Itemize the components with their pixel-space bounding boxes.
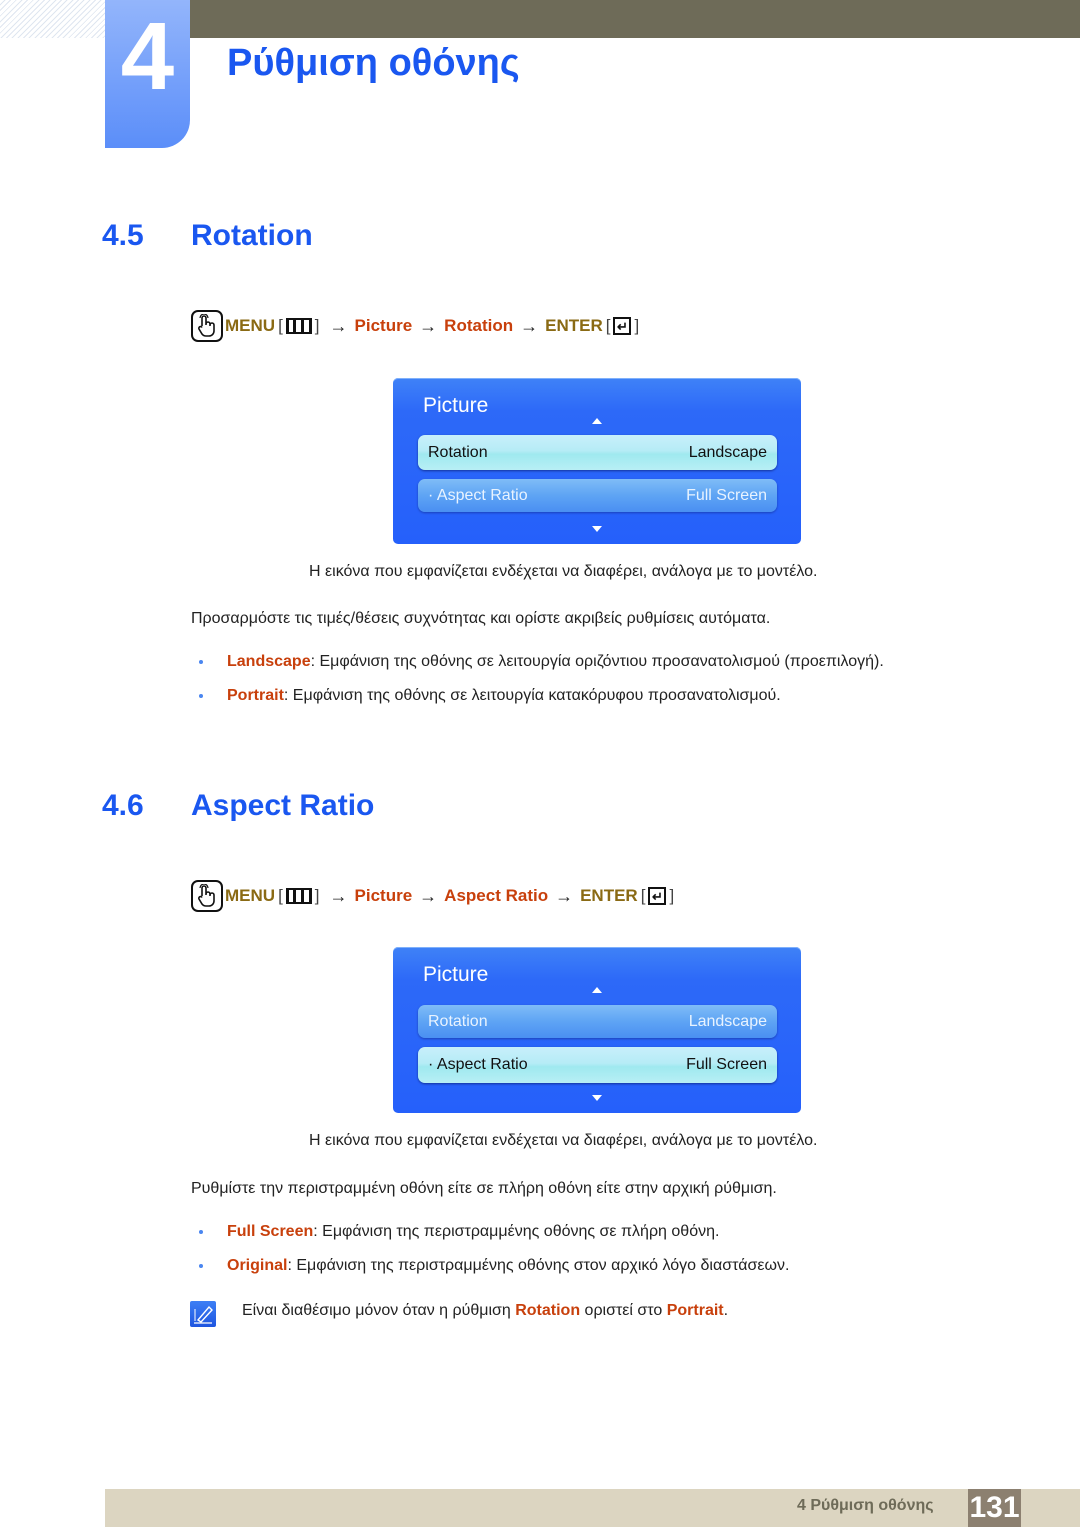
enter-button-icon: ↵ <box>648 887 667 905</box>
osd-title: Picture <box>423 963 489 986</box>
arrow-right-icon: → <box>555 885 574 906</box>
menu-button-icon <box>285 318 312 334</box>
section-description: Ρυθμίστε την περιστραμμένη οθόνη είτε σε… <box>191 1180 777 1197</box>
menu-label: MENU <box>225 316 276 335</box>
note-middle: οριστεί στο <box>580 1302 667 1319</box>
section-description: Προσαρμόστε τις τιμές/θέσεις συχνότητας … <box>191 610 771 627</box>
path-step-aspect-ratio: Aspect Ratio <box>444 886 549 905</box>
remote-hand-icon <box>191 880 223 912</box>
osd-row-rotation[interactable]: Rotation Landscape <box>418 435 777 470</box>
bullet-icon <box>199 1230 203 1234</box>
footer-chapter-label: 4 Ρύθμιση οθόνης <box>797 1497 934 1514</box>
arrow-right-icon: → <box>329 885 348 906</box>
note-pencil-icon <box>190 1301 216 1327</box>
section-number: 4.5 <box>102 219 144 252</box>
osd-row-value: Full Screen <box>686 486 767 504</box>
osd-row-value: Landscape <box>688 1012 767 1030</box>
bullet-term: Original <box>227 1257 288 1274</box>
bullet-term: Landscape <box>227 653 311 670</box>
osd-row-aspect-ratio[interactable]: · Aspect Ratio Full Screen <box>418 1047 777 1083</box>
scroll-down-icon <box>592 1095 602 1101</box>
bracket: ] <box>634 316 640 335</box>
arrow-right-icon: → <box>419 315 438 336</box>
osd-row-value: Landscape <box>688 443 767 461</box>
bullet-term: Portrait <box>227 687 284 704</box>
chapter-number: 4 <box>120 3 175 110</box>
osd-row-rotation[interactable]: Rotation Landscape <box>418 1005 777 1038</box>
section-title: Aspect Ratio <box>191 789 375 822</box>
bracket: ] <box>314 886 320 905</box>
menu-label: MENU <box>225 886 276 905</box>
arrow-right-icon: → <box>419 885 438 906</box>
bullet-item: Full Screen : Εμφάνιση της περιστραμμένη… <box>191 1222 719 1242</box>
scroll-up-icon <box>592 418 602 424</box>
bullet-text: : Εμφάνιση της περιστραμμένης οθόνης στο… <box>287 1257 790 1274</box>
header-bar <box>190 0 1080 38</box>
section-title: Rotation <box>191 219 313 252</box>
chapter-title: Ρύθμιση οθόνης <box>227 42 520 84</box>
bullet-icon <box>199 1264 203 1268</box>
menu-button-icon <box>285 888 312 904</box>
header-hatch-decoration <box>0 0 105 38</box>
bullet-item: Landscape : Εμφάνιση της οθόνης σε λειτο… <box>191 652 884 672</box>
arrow-right-icon: → <box>329 315 348 336</box>
bullet-item: Portrait : Εμφάνιση της οθόνης σε λειτου… <box>191 686 781 706</box>
enter-label: ENTER <box>580 886 638 905</box>
bullet-term: Full Screen <box>227 1223 314 1240</box>
osd-row-label: Rotation <box>428 1012 488 1030</box>
bullet-text: : Εμφάνιση της οθόνης σε λειτουργία κατα… <box>283 687 781 704</box>
enter-label: ENTER <box>545 316 603 335</box>
note-term-rotation: Rotation <box>515 1302 581 1319</box>
bracket: ] <box>314 316 320 335</box>
menu-path: MENU [ ] → Picture → Rotation → ENTER [ … <box>191 309 642 343</box>
osd-row-label: · Aspect Ratio <box>428 486 528 504</box>
osd-picture-menu: Picture Rotation Landscape · Aspect Rati… <box>393 378 801 544</box>
enter-button-icon: ↵ <box>613 317 632 335</box>
arrow-right-icon: → <box>520 315 539 336</box>
osd-row-label: · Aspect Ratio <box>428 1056 528 1073</box>
osd-title: Picture <box>423 394 489 417</box>
bracket: [ <box>605 316 611 335</box>
osd-row-value: Full Screen <box>686 1056 767 1073</box>
bullet-item: Original : Εμφάνιση της περιστραμμένης ο… <box>191 1256 789 1276</box>
bullet-text: : Εμφάνιση της περιστραμμένης οθόνης σε … <box>313 1223 720 1240</box>
bracket: [ <box>278 886 283 905</box>
scroll-up-icon <box>592 987 602 993</box>
bullet-icon <box>199 694 203 698</box>
remote-hand-icon <box>191 310 223 342</box>
path-step-rotation: Rotation <box>444 316 514 335</box>
bracket: ] <box>669 886 675 905</box>
scroll-down-icon <box>592 526 602 532</box>
bullet-text: : Εμφάνιση της οθόνης σε λειτουργία οριζ… <box>310 653 884 670</box>
osd-row-aspect-ratio[interactable]: · Aspect Ratio Full Screen <box>418 479 777 512</box>
note-prefix: Είναι διαθέσιμο μόνον όταν η ρύθμιση <box>242 1302 516 1319</box>
bracket: [ <box>278 316 283 335</box>
note-text: Είναι διαθέσιμο μόνον όταν η ρύθμιση Rot… <box>242 1301 728 1321</box>
image-caption: Η εικόνα που εμφανίζεται ενδέχεται να δι… <box>309 1132 818 1149</box>
note-term-portrait: Portrait <box>666 1302 724 1319</box>
osd-picture-menu: Picture Rotation Landscape · Aspect Rati… <box>393 947 801 1113</box>
section-number: 4.6 <box>102 789 144 822</box>
bullet-icon <box>199 660 203 664</box>
osd-row-label: Rotation <box>428 443 488 461</box>
note-suffix: . <box>723 1302 729 1319</box>
path-step-picture: Picture <box>354 886 413 905</box>
footer-bar <box>105 1489 1080 1527</box>
bracket: [ <box>640 886 646 905</box>
image-caption: Η εικόνα που εμφανίζεται ενδέχεται να δι… <box>309 563 818 580</box>
page-number: 131 <box>968 1489 1021 1527</box>
menu-path: MENU [ ] → Picture → Aspect Ratio → ENTE… <box>191 879 677 913</box>
path-step-picture: Picture <box>354 316 413 335</box>
